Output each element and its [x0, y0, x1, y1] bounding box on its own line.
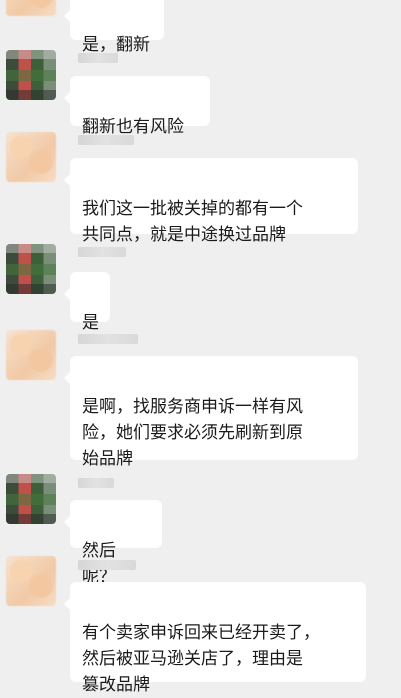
message-bubble[interactable]: 是啊，找服务商申诉一样有风 险，她们要求必须先刷新到原 始品牌	[64, 356, 358, 469]
avatar[interactable]	[6, 132, 56, 182]
sender-name-blurred	[78, 135, 134, 145]
chat-message-list[interactable]: 是，翻新 翻新也有风险 我们这一批被关掉的都有一个 共同点，就是中途换过品牌 是…	[0, 0, 401, 695]
avatar[interactable]	[6, 474, 56, 524]
avatar[interactable]	[6, 556, 56, 606]
message-text: 是啊，找服务商申诉一样有风 险，她们要求必须先刷新到原 始品牌	[82, 397, 303, 469]
avatar[interactable]	[6, 330, 56, 380]
message-bubble[interactable]: 我们这一批被关掉的都有一个 共同点，就是中途换过品牌	[64, 158, 358, 245]
sender-name-blurred	[78, 334, 138, 344]
message-text: 是	[82, 313, 99, 333]
message-bubble[interactable]: 是	[64, 272, 110, 333]
message-bubble[interactable]: 有个卖家申诉回来已经开卖了， 然后被亚马逊关店了，理由是 篡改品牌	[64, 582, 366, 695]
message-bubble[interactable]: 然后呢？	[64, 500, 162, 587]
message-text: 是，翻新	[82, 35, 150, 55]
avatar[interactable]	[6, 244, 56, 294]
sender-name-blurred	[78, 53, 118, 63]
avatar[interactable]	[6, 50, 56, 100]
message-text: 有个卖家申诉回来已经开卖了， 然后被亚马逊关店了，理由是 篡改品牌	[82, 623, 320, 695]
sender-name-blurred	[78, 478, 114, 488]
sender-name-blurred	[78, 247, 126, 257]
avatar[interactable]	[6, 0, 56, 16]
message-text: 翻新也有风险	[82, 117, 184, 137]
message-bubble[interactable]: 是，翻新	[64, 0, 164, 55]
message-bubble[interactable]: 翻新也有风险	[64, 76, 210, 137]
sender-name-blurred	[78, 560, 136, 570]
message-text: 我们这一批被关掉的都有一个 共同点，就是中途换过品牌	[82, 199, 303, 245]
